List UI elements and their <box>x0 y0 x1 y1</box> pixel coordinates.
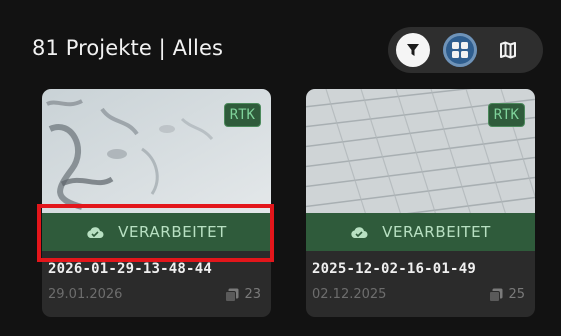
image-count-value: 25 <box>508 287 525 302</box>
image-count: 25 <box>489 287 525 302</box>
view-toolbar <box>388 27 543 73</box>
images-icon <box>225 288 239 302</box>
filter-button[interactable] <box>396 33 430 67</box>
project-date: 29.01.2026 <box>48 287 123 302</box>
rtk-badge: RTK <box>487 103 525 127</box>
map-icon <box>500 41 516 59</box>
highlight-box <box>37 204 274 262</box>
image-count: 23 <box>225 287 261 302</box>
grid-view-icon <box>452 42 468 58</box>
map-view-button[interactable] <box>491 33 525 67</box>
cloud-icon <box>350 225 368 239</box>
images-icon <box>489 288 503 302</box>
page-title: 81 Projekte | Alles <box>32 36 224 60</box>
status-label: VERARBEITET <box>382 223 491 241</box>
header: 81 Projekte | Alles <box>0 0 561 100</box>
image-count-value: 23 <box>244 287 261 302</box>
project-card[interactable]: RTK VERARBEITET 2026-01-29-13-48-44 29.0… <box>42 89 271 317</box>
status-banner: VERARBEITET <box>306 213 535 251</box>
project-date: 02.12.2025 <box>312 287 387 302</box>
filter-icon <box>407 44 419 56</box>
rtk-badge: RTK <box>223 103 261 127</box>
project-card[interactable]: RTK VERARBEITET 2025-12-02-16-01-49 02.1… <box>306 89 535 317</box>
grid-view-button[interactable] <box>443 33 477 67</box>
project-name: 2025-12-02-16-01-49 <box>312 261 476 277</box>
project-name: 2026-01-29-13-48-44 <box>48 261 212 277</box>
